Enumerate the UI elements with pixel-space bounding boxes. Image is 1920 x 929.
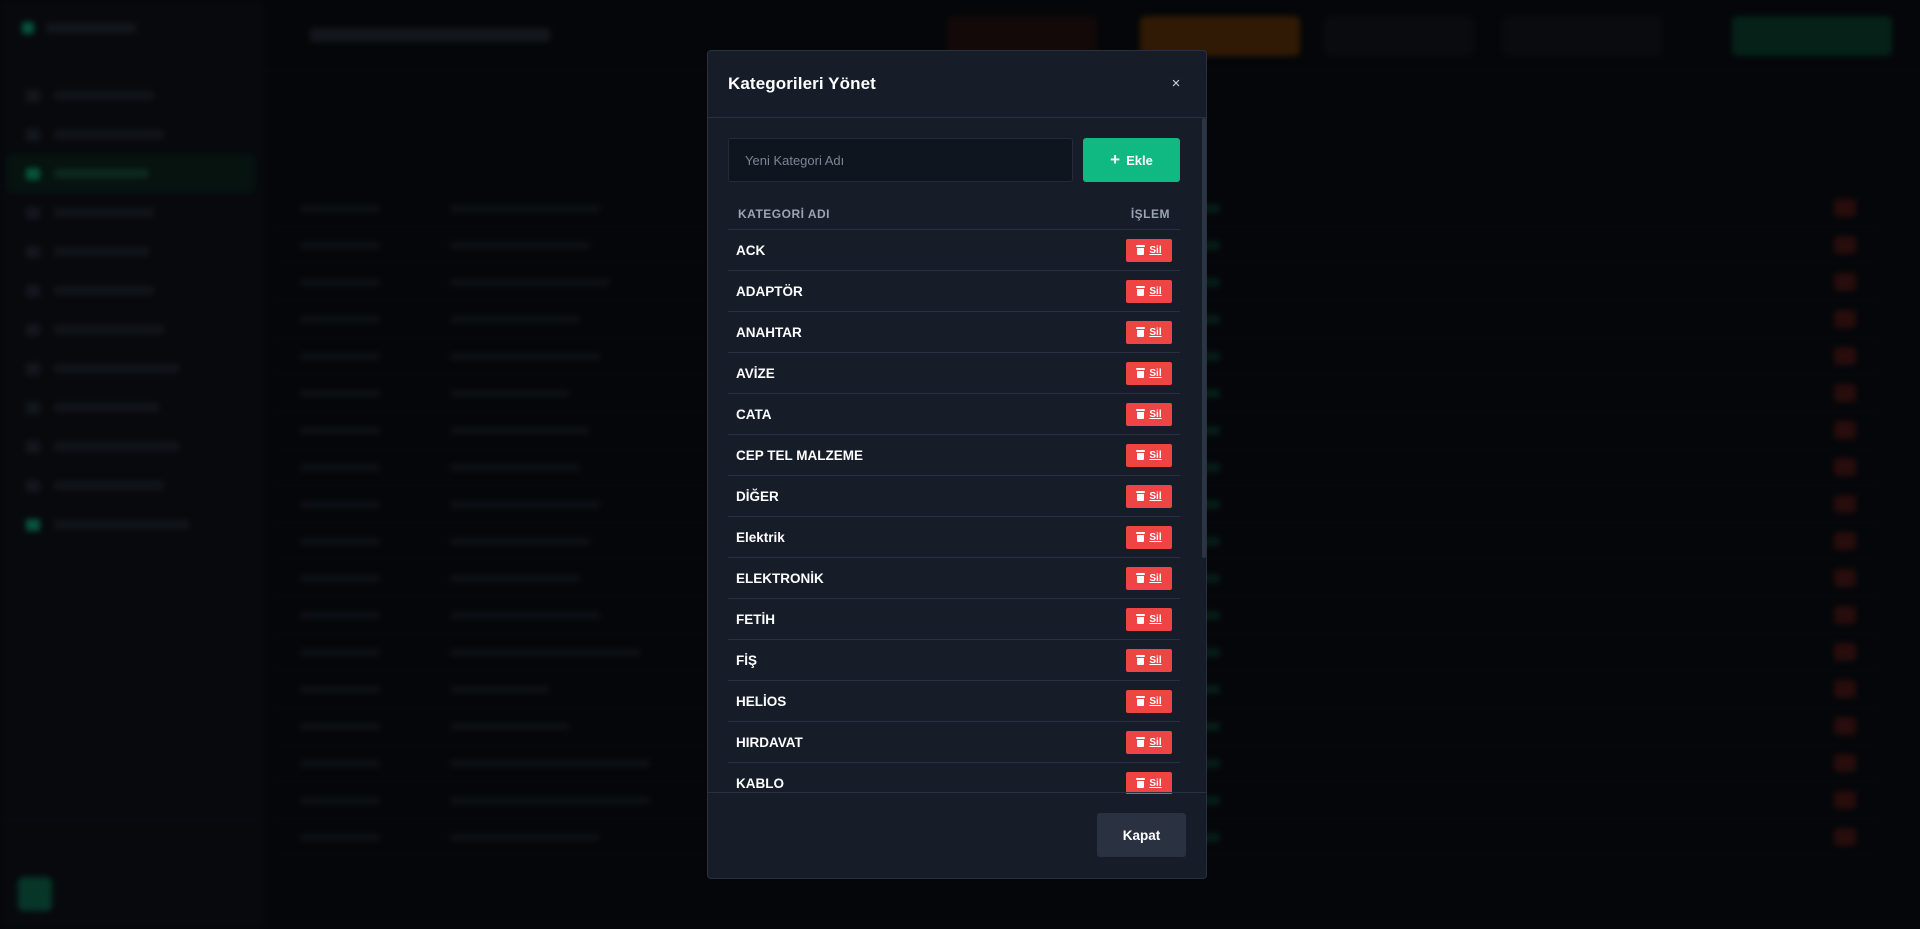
category-name: HELİOS	[736, 693, 787, 709]
category-name: KABLO	[736, 775, 784, 791]
delete-label: Sil	[1149, 408, 1162, 420]
trash-icon	[1136, 655, 1146, 665]
trash-icon	[1136, 327, 1146, 337]
delete-label: Sil	[1149, 367, 1162, 379]
table-row: FETİH Sil	[728, 599, 1180, 640]
delete-button[interactable]: Sil	[1126, 771, 1172, 794]
column-header-name: KATEGORİ ADI	[738, 206, 830, 221]
delete-button[interactable]: Sil	[1126, 443, 1172, 467]
delete-label: Sil	[1149, 572, 1162, 584]
new-category-input[interactable]	[728, 138, 1073, 182]
scrollbar[interactable]	[1202, 118, 1206, 794]
trash-icon	[1136, 368, 1146, 378]
trash-icon	[1136, 614, 1146, 624]
category-rows: ACK Sil ADAPTÖR Sil ANAHTAR Sil AVİZE Si…	[728, 230, 1180, 794]
delete-button[interactable]: Sil	[1126, 689, 1172, 713]
delete-label: Sil	[1149, 695, 1162, 707]
table-row: ANAHTAR Sil	[728, 312, 1180, 353]
add-category-row: + Ekle	[728, 138, 1180, 182]
category-name: CATA	[736, 406, 772, 422]
trash-icon	[1136, 737, 1146, 747]
delete-button[interactable]: Sil	[1126, 525, 1172, 549]
modal-footer: Kapat	[708, 792, 1206, 878]
category-name: FİŞ	[736, 652, 758, 668]
category-name: ACK	[736, 242, 766, 258]
delete-button[interactable]: Sil	[1126, 361, 1172, 385]
add-category-button[interactable]: + Ekle	[1083, 138, 1180, 182]
table-row: DİĞER Sil	[728, 476, 1180, 517]
category-name: ADAPTÖR	[736, 283, 803, 299]
trash-icon	[1136, 491, 1146, 501]
delete-button[interactable]: Sil	[1126, 238, 1172, 262]
close-icon[interactable]: ×	[1166, 73, 1186, 95]
delete-label: Sil	[1149, 285, 1162, 297]
modal-title: Kategorileri Yönet	[728, 74, 876, 93]
table-row: Elektrik Sil	[728, 517, 1180, 558]
trash-icon	[1136, 245, 1146, 255]
delete-label: Sil	[1149, 449, 1162, 461]
category-name: Elektrik	[736, 529, 785, 545]
scrollbar-thumb[interactable]	[1202, 118, 1206, 558]
trash-icon	[1136, 532, 1146, 542]
table-row: KABLO Sil	[728, 763, 1180, 794]
category-name: DİĞER	[736, 488, 779, 504]
modal-body: + Ekle KATEGORİ ADI İŞLEM ACK Sil ADAPTÖ…	[708, 118, 1206, 794]
table-row: ELEKTRONİK Sil	[728, 558, 1180, 599]
category-name: ANAHTAR	[736, 324, 802, 340]
trash-icon	[1136, 286, 1146, 296]
category-name: HIRDAVAT	[736, 734, 803, 750]
delete-button[interactable]: Sil	[1126, 484, 1172, 508]
delete-button[interactable]: Sil	[1126, 402, 1172, 426]
table-row: HELİOS Sil	[728, 681, 1180, 722]
trash-icon	[1136, 778, 1146, 788]
delete-label: Sil	[1149, 736, 1162, 748]
table-row: AVİZE Sil	[728, 353, 1180, 394]
table-row: CATA Sil	[728, 394, 1180, 435]
trash-icon	[1136, 450, 1146, 460]
table-header: KATEGORİ ADI İŞLEM	[728, 198, 1180, 230]
category-table: KATEGORİ ADI İŞLEM ACK Sil ADAPTÖR Sil A…	[728, 198, 1180, 794]
table-row: CEP TEL MALZEME Sil	[728, 435, 1180, 476]
category-name: AVİZE	[736, 365, 775, 381]
plus-icon: +	[1110, 149, 1121, 169]
delete-label: Sil	[1149, 531, 1162, 543]
delete-button[interactable]: Sil	[1126, 730, 1172, 754]
add-button-label: Ekle	[1126, 152, 1153, 168]
delete-button[interactable]: Sil	[1126, 320, 1172, 344]
delete-button[interactable]: Sil	[1126, 607, 1172, 631]
trash-icon	[1136, 573, 1146, 583]
category-name: FETİH	[736, 611, 775, 627]
table-row: ADAPTÖR Sil	[728, 271, 1180, 312]
manage-categories-modal: Kategorileri Yönet × + Ekle KATEGORİ ADI…	[707, 50, 1207, 879]
delete-label: Sil	[1149, 654, 1162, 666]
table-row: ACK Sil	[728, 230, 1180, 271]
trash-icon	[1136, 696, 1146, 706]
close-button[interactable]: Kapat	[1097, 813, 1186, 857]
delete-label: Sil	[1149, 244, 1162, 256]
table-row: HIRDAVAT Sil	[728, 722, 1180, 763]
delete-label: Sil	[1149, 777, 1162, 789]
delete-label: Sil	[1149, 613, 1162, 625]
delete-label: Sil	[1149, 326, 1162, 338]
trash-icon	[1136, 409, 1146, 419]
modal-header: Kategorileri Yönet ×	[708, 51, 1206, 118]
delete-button[interactable]: Sil	[1126, 648, 1172, 672]
column-header-action: İŞLEM	[1130, 206, 1170, 221]
delete-button[interactable]: Sil	[1126, 566, 1172, 590]
delete-button[interactable]: Sil	[1126, 279, 1172, 303]
delete-label: Sil	[1149, 490, 1162, 502]
category-name: CEP TEL MALZEME	[736, 447, 864, 463]
table-row: FİŞ Sil	[728, 640, 1180, 681]
category-name: ELEKTRONİK	[736, 570, 824, 586]
